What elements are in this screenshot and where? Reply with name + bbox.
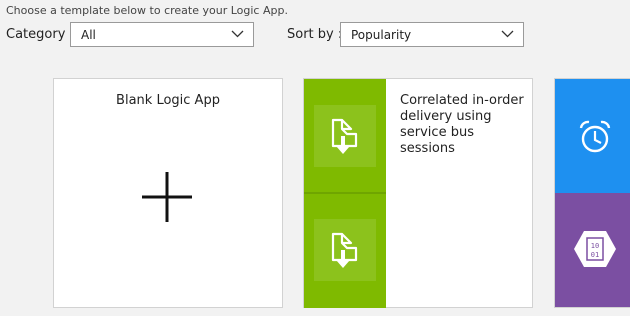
template-title: Correlated in-order delivery using servi… (400, 93, 524, 156)
document-download-icon (331, 118, 358, 154)
connector-icon-tile (555, 79, 630, 193)
correlated-delivery-tile[interactable]: Correlated in-order delivery using servi… (303, 78, 533, 308)
binary-hexagon-icon: 10 01 (574, 231, 616, 267)
svg-text:01: 01 (591, 251, 599, 259)
chevron-down-icon (501, 30, 514, 38)
divider (304, 192, 386, 194)
sort-label: Sort by : (287, 27, 343, 42)
category-selected-value: All (81, 28, 96, 42)
logic-app-template-picker: Choose a template below to create your L… (0, 0, 630, 316)
category-dropdown[interactable]: All (70, 22, 254, 47)
intro-text: Choose a template below to create your L… (6, 4, 288, 17)
blank-logic-app-tile[interactable]: Blank Logic App (53, 78, 283, 308)
svg-text:10: 10 (591, 242, 599, 250)
plus-icon (142, 172, 192, 222)
connector-icon-tile (314, 219, 376, 281)
sort-dropdown[interactable]: Popularity (340, 22, 524, 47)
sort-selected-value: Popularity (351, 28, 412, 42)
chevron-down-icon (231, 30, 244, 38)
recurrence-template-tile[interactable]: 10 01 (554, 78, 630, 308)
connector-icon-tile: 10 01 (555, 193, 630, 307)
template-title: Blank Logic App (116, 93, 220, 108)
category-label: Category : (6, 27, 74, 42)
alarm-clock-icon (579, 120, 611, 153)
document-download-icon (331, 232, 358, 268)
connector-icon-strip (304, 79, 386, 308)
connector-icon-tile (314, 105, 376, 167)
